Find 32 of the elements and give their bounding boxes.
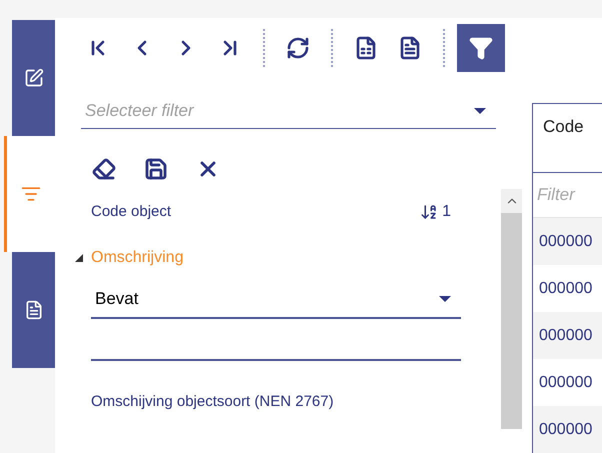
pdf-file-icon [398,36,422,60]
table-cell-text: 000000 [539,372,592,392]
dropdown-caret-icon [474,108,486,114]
refresh-icon [286,36,310,60]
expanded-triangle-icon[interactable] [75,254,83,262]
filter-placeholder: Selecteer filter [85,100,194,122]
field-label[interactable]: Code object [91,200,172,224]
column-header[interactable]: Code [543,117,584,136]
table-cell-text: 000000 [539,326,592,346]
operator-value: Bevat [95,288,138,310]
side-tab[interactable] [12,20,55,136]
sort-order: 1 [442,202,451,222]
sort-ascending-icon [420,203,438,221]
field-label[interactable]: Omschijving objectsoort (NEN 2767) [91,390,334,414]
eraser-icon [92,157,116,181]
dropdown-caret-icon [439,296,451,302]
filter-field-row[interactable]: Omschijving objectsoort (NEN 2767) [69,379,461,425]
table-cell-text: 000000 [539,232,592,252]
scrollbar[interactable] [501,189,522,429]
operator-select[interactable]: Bevat [91,281,461,319]
edit-icon [24,68,44,88]
toolbar-button[interactable] [457,24,505,72]
filter-field-row[interactable]: Code object 1 [69,189,461,235]
column-filter-placeholder: Filter [537,184,575,206]
table-cell-text: 000000 [539,420,592,440]
save-icon [144,157,168,181]
table-cell-text: 000000 [539,278,592,298]
side-tab[interactable] [12,252,55,368]
filter-icon [469,36,493,60]
filter-field-row[interactable]: Omschrijving Bevat [69,235,461,379]
document-icon [24,300,44,320]
excel-file-icon [354,36,378,60]
